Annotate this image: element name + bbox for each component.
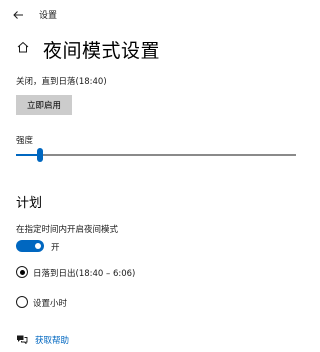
schedule-toggle-label: 在指定时间内开启夜间模式 <box>16 225 119 235</box>
slider-track <box>40 154 296 156</box>
radio-sunset-to-sunrise[interactable] <box>16 266 28 278</box>
get-help-link[interactable]: 获取帮助 <box>35 334 69 346</box>
strength-slider[interactable] <box>16 147 296 163</box>
toggle-state-text: 开 <box>51 243 60 253</box>
slider-thumb[interactable] <box>37 148 43 162</box>
help-chat-icon <box>17 335 28 344</box>
radio-set-hours[interactable] <box>16 296 28 308</box>
app-title: 设置 <box>39 11 58 21</box>
back-arrow-icon[interactable] <box>12 9 24 21</box>
enable-now-button[interactable]: 立即启用 <box>16 95 72 115</box>
status-text: 关闭，直到日落(18:40) <box>16 77 107 87</box>
home-icon <box>17 41 29 53</box>
strength-label: 强度 <box>16 136 34 146</box>
page-title: 夜间模式设置 <box>43 40 161 62</box>
radio-set-hours-label[interactable]: 设置小时 <box>33 297 67 309</box>
schedule-section-title: 计划 <box>16 196 43 211</box>
title-bar: 设置 <box>0 0 320 30</box>
schedule-toggle[interactable] <box>16 240 44 252</box>
toggle-knob <box>35 243 41 249</box>
radio-sunset-to-sunrise-label[interactable]: 日落到日出(18:40 – 6:06) <box>33 267 135 279</box>
